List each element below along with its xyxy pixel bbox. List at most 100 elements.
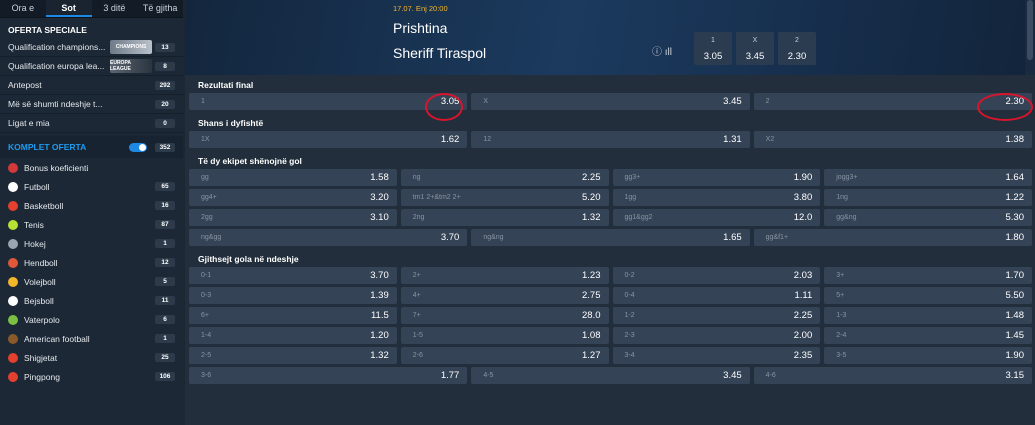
odd-cell[interactable]: 2-6 1.27 xyxy=(400,347,609,364)
odd-cell[interactable]: 2gg 3.10 xyxy=(189,209,397,226)
odd-cell[interactable]: gg&f1+ 1.80 xyxy=(753,229,1032,246)
odd-cell[interactable]: ng&gg 3.70 xyxy=(189,229,468,246)
odd-value: 1.77 xyxy=(440,370,460,381)
odd-cell[interactable]: gg4+ 3.20 xyxy=(189,189,397,206)
odd-cell[interactable]: gg1&gg2 12.0 xyxy=(612,209,821,226)
count-badge: 8 xyxy=(155,61,175,71)
odd-value: 3.45 xyxy=(723,370,742,381)
odd-cell[interactable]: 1ng 1.22 xyxy=(824,189,1032,206)
odd-cell[interactable]: 4-6 3.15 xyxy=(753,367,1032,384)
odd-cell[interactable]: 0-2 2.03 xyxy=(612,267,821,284)
tab-sot[interactable]: Sot xyxy=(45,0,92,17)
odd-value: 5.50 xyxy=(1005,290,1025,301)
special-item-champions[interactable]: Qualification champions... CHAMPIONS 13 xyxy=(0,38,183,57)
header-odd-1[interactable]: 1 3.05 xyxy=(694,32,732,65)
odd-cell[interactable]: X2 1.38 xyxy=(753,131,1032,148)
special-item-label: Më së shumti ndeshje t... xyxy=(8,99,103,109)
odds-row: 0-1 3.70 2+ 1.23 0-2 2.03 3+ 1.70 xyxy=(185,267,1035,284)
europa-league-banner: EUROPA LEAGUE xyxy=(110,59,152,73)
scrollbar[interactable] xyxy=(1025,0,1035,75)
odd-cell[interactable]: 2-3 2.00 xyxy=(612,327,821,344)
odd-value: 1.20 xyxy=(370,330,389,341)
odd-cell[interactable]: 4-5 3.45 xyxy=(471,367,750,384)
sport-item[interactable]: Shigjetat 25 xyxy=(0,348,183,367)
header-odd-x[interactable]: X 3.45 xyxy=(736,32,774,65)
sport-item[interactable]: Tenis 87 xyxy=(0,215,183,234)
odd-cell[interactable]: 2-4 1.45 xyxy=(824,327,1032,344)
odd-cell[interactable]: 1-5 1.08 xyxy=(400,327,609,344)
tab-3-dite[interactable]: 3 ditë xyxy=(92,0,138,17)
odd-cell[interactable]: 5+ 5.50 xyxy=(824,287,1032,304)
main-content: 17.07. Enj 20:00 Prishtina Sheriff Tiras… xyxy=(185,0,1035,425)
odd-cell[interactable]: 3-4 2.35 xyxy=(612,347,821,364)
odd-cell[interactable]: ng&ng 1.65 xyxy=(471,229,750,246)
odd-cell[interactable]: 2ng 1.32 xyxy=(400,209,609,226)
tab-te-gjitha[interactable]: Të gjitha xyxy=(137,0,183,17)
odd-cell[interactable]: 12 1.31 xyxy=(471,131,750,148)
sport-label: Bonus koeficienti xyxy=(24,162,89,173)
odd-cell[interactable]: X 3.45 xyxy=(471,93,750,110)
odd-cell[interactable]: 0-4 1.11 xyxy=(612,287,821,304)
odd-cell[interactable]: 3-5 1.90 xyxy=(824,347,1032,364)
special-item-my-leagues[interactable]: Ligat e mia 0 xyxy=(0,114,183,133)
sport-label: American football xyxy=(24,333,90,344)
odd-value: 2.35 xyxy=(793,350,813,361)
odd-key: 3-6 xyxy=(201,372,212,379)
special-offers-title: OFERTA SPECIALE xyxy=(0,18,183,38)
sport-item[interactable]: Hendboll 12 xyxy=(0,253,183,272)
odd-value: 1.08 xyxy=(582,330,601,341)
odd-key: 1 xyxy=(201,98,205,105)
odd-key: 2-6 xyxy=(412,352,423,359)
odd-cell[interactable]: gg3+ 1.90 xyxy=(612,169,821,186)
odd-cell[interactable]: 6+ 11.5 xyxy=(189,307,397,324)
odd-cell[interactable]: 0-3 1.39 xyxy=(189,287,397,304)
odd-key: gg4+ xyxy=(201,194,217,201)
full-offer-toggle[interactable] xyxy=(129,142,147,152)
sport-item[interactable]: American football 1 xyxy=(0,329,183,348)
odd-key: X2 xyxy=(765,136,775,143)
header-odd-2[interactable]: 2 2.30 xyxy=(778,32,816,65)
odd-cell[interactable]: 2 2.30 xyxy=(753,93,1032,110)
odd-cell[interactable]: gg&ng 5.30 xyxy=(824,209,1032,226)
odd-cell[interactable]: 2-5 1.32 xyxy=(189,347,397,364)
odd-cell[interactable]: 0-1 3.70 xyxy=(189,267,397,284)
odd-cell[interactable]: 3-6 1.77 xyxy=(189,367,468,384)
sport-label: Futboll xyxy=(24,181,50,192)
odd-cell[interactable]: gg 1.58 xyxy=(189,169,397,186)
sport-item[interactable]: Basketboll 16 xyxy=(0,196,183,215)
odd-cell[interactable]: 3+ 1.70 xyxy=(824,267,1032,284)
odd-cell[interactable]: 1-4 1.20 xyxy=(189,327,397,344)
sport-item[interactable]: Bonus koeficienti xyxy=(0,158,183,177)
odd-value: 1.58 xyxy=(370,172,389,183)
special-item-europa[interactable]: Qualification europa lea... EUROPA LEAGU… xyxy=(0,57,183,76)
odd-cell[interactable]: 4+ 2.75 xyxy=(400,287,609,304)
odd-cell[interactable]: 1gg 3.80 xyxy=(612,189,821,206)
odd-cell[interactable]: 1 3.05 xyxy=(189,93,468,110)
tab-ora[interactable]: Ora e xyxy=(0,0,46,17)
odd-value: 1.62 xyxy=(440,134,460,145)
info-stats-icon[interactable]: ⓘ ıll xyxy=(652,43,672,58)
odd-cell[interactable]: 1X 1.62 xyxy=(189,131,468,148)
count-badge: 1 xyxy=(155,334,175,343)
sport-item[interactable]: Volejboll 5 xyxy=(0,272,183,291)
count-badge: 12 xyxy=(155,258,175,267)
sport-item[interactable]: Bejsboll 11 xyxy=(0,291,183,310)
sport-item[interactable]: Futboll 65 xyxy=(0,177,183,196)
sport-item[interactable]: Hokej 1 xyxy=(0,234,183,253)
odd-value: 11.5 xyxy=(370,310,389,321)
odd-cell[interactable]: tm1 2+&tm2 2+ 5.20 xyxy=(400,189,609,206)
odd-cell[interactable]: 1-3 1.48 xyxy=(824,307,1032,324)
odd-cell[interactable]: ng 2.25 xyxy=(400,169,609,186)
market-title: Rezultati final xyxy=(198,80,254,90)
odd-cell[interactable]: 2+ 1.23 xyxy=(400,267,609,284)
special-item-antepost[interactable]: Antepost 292 xyxy=(0,76,183,95)
full-offer-row[interactable]: KOMPLET OFERTA 352 xyxy=(0,136,183,158)
odd-value: 1.31 xyxy=(723,134,742,145)
special-item-most-matches[interactable]: Më së shumti ndeshje t... 20 xyxy=(0,95,183,114)
odd-cell[interactable]: jogg3+ 1.64 xyxy=(824,169,1032,186)
odd-cell[interactable]: 7+ 28.0 xyxy=(400,307,609,324)
sport-item[interactable]: Vaterpolo 6 xyxy=(0,310,183,329)
sport-item[interactable]: Pingpong 106 xyxy=(0,367,183,386)
odd-cell[interactable]: 1-2 2.25 xyxy=(612,307,821,324)
odd-key: 2gg xyxy=(201,214,213,221)
